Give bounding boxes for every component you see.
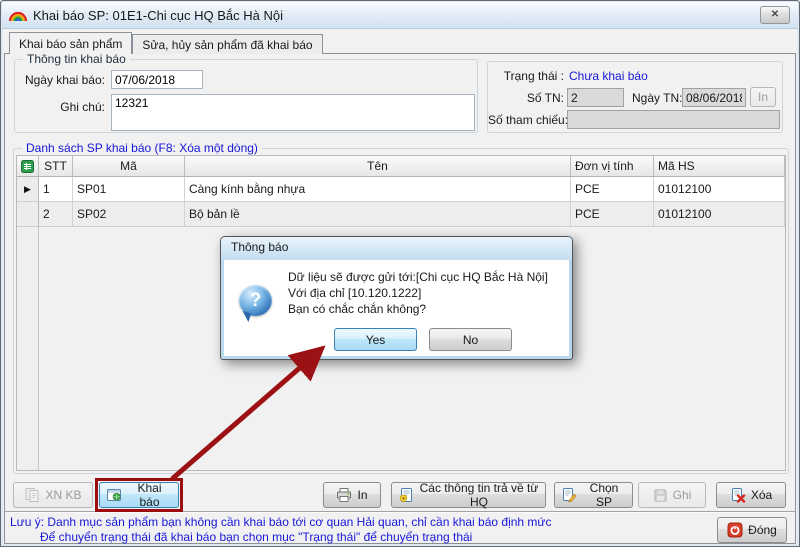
dialog-message: Dữ liệu sẽ được gửi tới:[Chi cục HQ Bắc … (288, 269, 548, 317)
dialog-message-line2: Với địa chỉ [10.120.1222] (288, 285, 548, 301)
edit-page-pencil-icon (561, 487, 577, 503)
status-group: Trạng thái : Chưa khai báo Số TN: Ngày T… (487, 61, 783, 133)
no-button[interactable]: No (429, 328, 512, 351)
footer-note-1: Lưu ý: Danh mục sản phẩm bạn không cần k… (10, 515, 551, 529)
cell-ten: Càng kính bằng nhựa (185, 177, 571, 202)
so-tn-label: Số TN: (488, 91, 564, 105)
footer-note-2: Để chuyển trạng thái đã khai báo bạn chọ… (40, 530, 472, 544)
tab-strip: Khai báo sản phẩm Sửa, hủy sản phẩm đã k… (9, 32, 323, 54)
cell-ma: SP02 (73, 202, 185, 227)
note-label: Ghi chú: (19, 100, 105, 114)
window-title: Khai báo SP: 01E1-Chi cục HQ Bắc Hà Nội (33, 8, 283, 23)
cell-stt: 1 (39, 177, 73, 202)
chon-sp-button[interactable]: Chọn SP (554, 482, 633, 508)
in-button[interactable]: In (323, 482, 381, 508)
ngay-tn-input (682, 88, 746, 107)
close-icon: ✕ (771, 9, 779, 20)
so-tham-chieu-input (567, 110, 780, 129)
so-tn-input (567, 88, 624, 107)
table-row[interactable]: 2 SP02 Bộ bản lề PCE 01012100 (17, 202, 785, 227)
dialog-message-line1: Dữ liệu sẽ được gửi tới:[Chi cục HQ Bắc … (288, 269, 548, 285)
tab-sua-huy-san-pham[interactable]: Sửa, hủy sản phẩm đã khai báo (132, 34, 322, 54)
status-label: Trạng thái : (488, 69, 564, 83)
thong-tin-tra-ve-button[interactable]: Các thông tin trả về từ HQ (391, 482, 546, 508)
floppy-disk-icon (653, 488, 668, 503)
ghi-button: Ghi (638, 482, 706, 508)
dong-button[interactable]: Đóng (717, 517, 787, 543)
cell-mahs: 01012100 (654, 202, 785, 227)
col-header-ma[interactable]: Mã (73, 156, 185, 177)
window-titlebar: Khai báo SP: 01E1-Chi cục HQ Bắc Hà Nội … (2, 2, 798, 29)
power-red-icon (727, 522, 743, 538)
xn-kb-button: XN KB (13, 482, 93, 508)
printer-icon (336, 487, 352, 503)
question-icon: ? (239, 285, 272, 316)
ref-label: Số tham chiếu: (488, 113, 564, 127)
cell-dvt: PCE (571, 177, 654, 202)
grid-header-row: STT Mã Tên Đơn vị tính Mã HS (17, 156, 785, 177)
table-row[interactable]: ▶ 1 SP01 Càng kính bằng nhựa PCE 0101210… (17, 177, 785, 202)
cell-stt: 2 (39, 202, 73, 227)
yes-button[interactable]: Yes (334, 328, 417, 351)
cell-ma: SP01 (73, 177, 185, 202)
cell-mahs: 01012100 (654, 177, 785, 202)
ghi-chu-textarea[interactable]: 12321 (111, 94, 475, 131)
ngay-khai-bao-input[interactable] (111, 70, 203, 89)
annotation-highlight-rect (95, 478, 183, 512)
cell-ten: Bộ bản lề (185, 202, 571, 227)
cell-dvt: PCE (571, 202, 654, 227)
date-label: Ngày khai báo: (19, 73, 105, 87)
grid-corner-cell[interactable] (17, 156, 39, 177)
xoa-button[interactable]: Xóa (716, 482, 786, 508)
col-header-stt[interactable]: STT (39, 156, 73, 177)
in-small-button: In (750, 87, 776, 107)
grid-group-title: Danh sách SP khai báo (F8: Xóa một dòng) (22, 141, 262, 155)
excel-export-icon (21, 160, 34, 173)
col-header-dvt[interactable]: Đơn vị tính (571, 156, 654, 177)
confirmation-dialog: Thông báo ? Dữ liệu sẽ được gửi tới:[Chi… (220, 236, 573, 360)
row-selector-cell (17, 202, 39, 227)
ngay-tn-label: Ngày TN: (632, 91, 682, 105)
col-header-mahs[interactable]: Mã HS (654, 156, 785, 177)
dialog-body: ? Dữ liệu sẽ được gửi tới:[Chi cục HQ Bắ… (224, 260, 569, 356)
dialog-titlebar: Thông báo (221, 237, 572, 260)
dialog-message-line3: Bạn có chắc chắn không? (288, 301, 548, 317)
row-selector-icon: ▶ (17, 177, 39, 202)
window-close-button[interactable]: ✕ (760, 6, 790, 24)
app-icon (8, 8, 28, 23)
delete-page-x-icon (730, 487, 746, 503)
sync-documents-icon (24, 487, 40, 503)
col-header-ten[interactable]: Tên (185, 156, 571, 177)
tab-khai-bao-san-pham[interactable]: Khai báo sản phẩm (9, 32, 132, 54)
status-value: Chưa khai báo (569, 69, 648, 83)
info-group: Thông tin khai báo Ngày khai báo: Ghi ch… (14, 59, 478, 133)
feedback-page-icon (398, 487, 414, 503)
